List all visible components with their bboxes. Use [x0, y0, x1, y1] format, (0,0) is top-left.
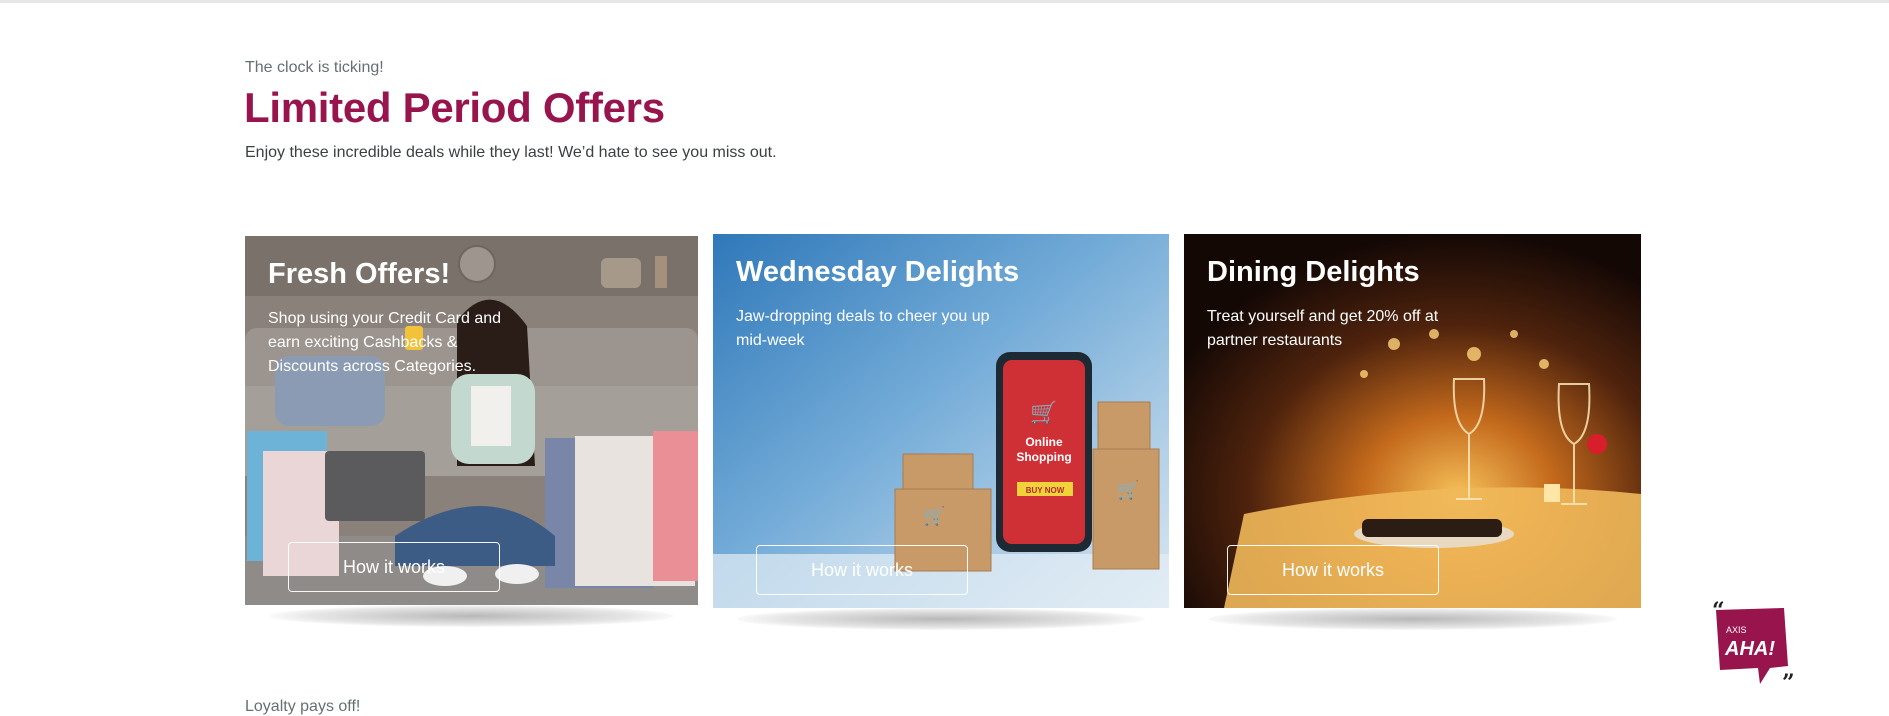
aha-brand-small: AXIS: [1726, 625, 1747, 635]
card-description: Shop using your Credit Card and earn exc…: [268, 310, 502, 375]
aha-brand-large: AHA!: [1724, 638, 1775, 660]
next-section-eyebrow: Loyalty pays off!: [245, 698, 361, 715]
offer-card-wednesday-delights[interactable]: 🛒 🛒 🛒 Online Shopping BUY NOW Wednesday …: [713, 234, 1169, 630]
phone-text-line-2: Shopping: [1016, 450, 1071, 464]
phone-text-line-1: Online: [1025, 435, 1063, 449]
how-it-works-button[interactable]: How it works: [1227, 545, 1439, 595]
section-eyebrow: The clock is ticking!: [245, 59, 384, 76]
card-title: Dining Delights: [1207, 256, 1420, 288]
aha-chat-icon: “ AXIS AHA! ”: [1712, 598, 1795, 696]
card-shadow: [1208, 608, 1617, 630]
top-divider: [0, 0, 1889, 3]
card-shadow: [269, 605, 674, 627]
aha-chat-widget[interactable]: “ AXIS AHA! ”: [1708, 598, 1798, 696]
cart-icon: 🛒: [1030, 400, 1057, 426]
how-it-works-button[interactable]: How it works: [756, 545, 968, 595]
svg-text:”: ”: [1782, 670, 1795, 690]
section-subtitle: Enjoy these incredible deals while they …: [245, 144, 777, 161]
phone-buy-now: BUY NOW: [1026, 486, 1065, 495]
svg-text:🛒: 🛒: [923, 505, 945, 527]
offer-card-fresh-offers[interactable]: Fresh Offers! Shop using your Credit Car…: [245, 236, 698, 627]
card-title: Wednesday Delights: [736, 256, 1020, 288]
card-shadow: [737, 608, 1145, 630]
card-description: Jaw-dropping deals to cheer you up mid-w…: [736, 308, 990, 349]
section-title: Limited Period Offers: [244, 84, 665, 131]
how-it-works-button[interactable]: How it works: [288, 542, 500, 592]
svg-text:🛒: 🛒: [1117, 479, 1139, 501]
offer-card-dining-delights[interactable]: Dining Delights Treat yourself and get 2…: [1184, 234, 1641, 630]
card-description: Treat yourself and get 20% off at partne…: [1207, 308, 1439, 349]
card-title: Fresh Offers!: [268, 258, 451, 290]
